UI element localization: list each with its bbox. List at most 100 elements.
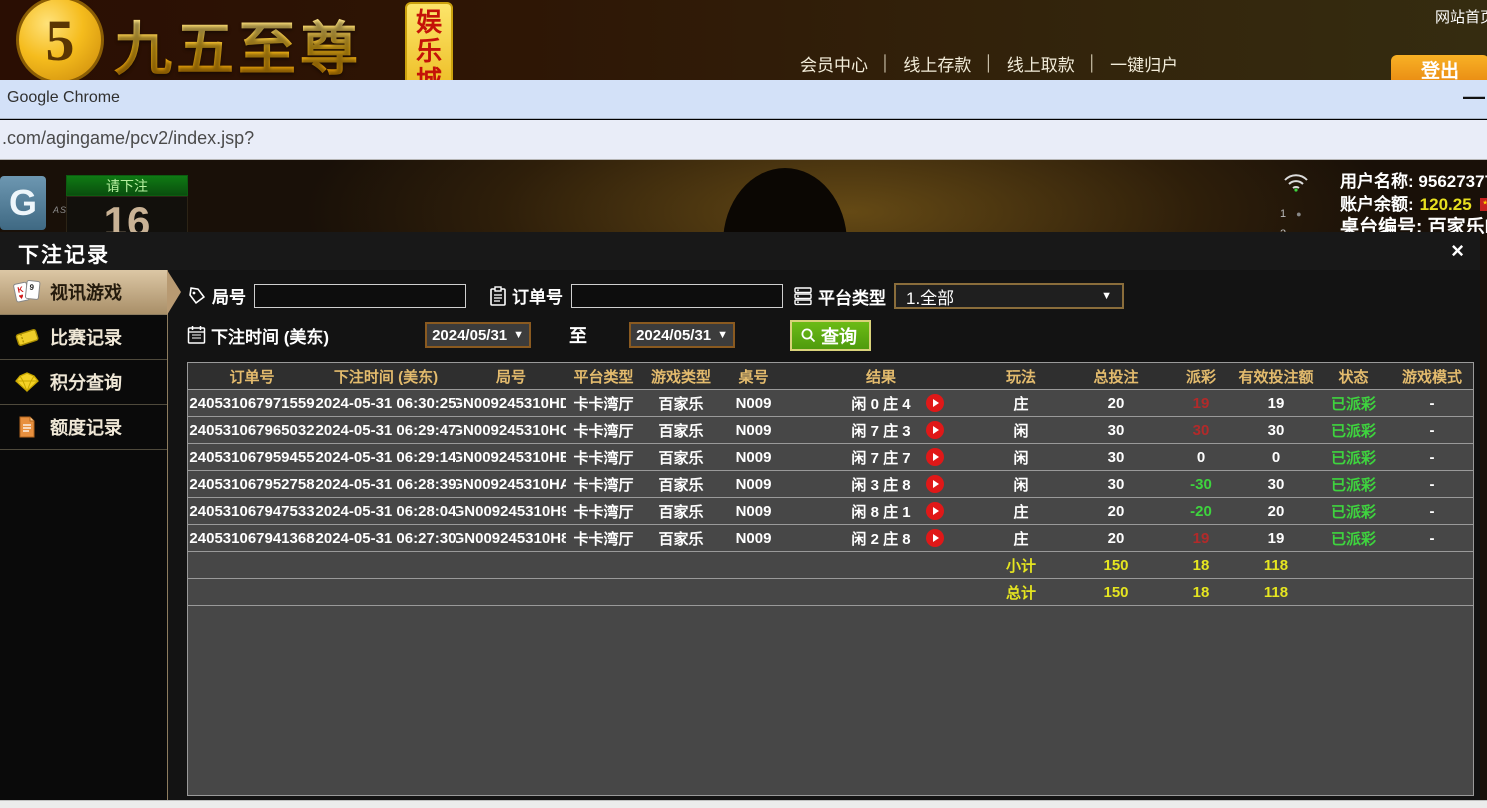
app-window: 5 九五至尊 娱乐城 网站首页 会员中心│线上存款│线上取款│一键归户 登出 G… (0, 0, 1487, 808)
order-id-cell: 240531067959455 (188, 444, 316, 470)
column-header: 平台类型 (566, 363, 641, 389)
subtotal-result-cell (786, 552, 976, 578)
play-video-button[interactable] (926, 421, 944, 439)
sidebar-item-视讯游戏[interactable]: K♥9视讯游戏 (0, 270, 167, 315)
total-round-cell (456, 579, 566, 605)
table-no-cell: N009 (721, 390, 786, 416)
window-title: Google Chrome (7, 89, 120, 107)
total-bet-cell: 20 (1066, 390, 1166, 416)
valid-bet-cell: 0 (1236, 444, 1316, 470)
status-cell: 已派彩 (1316, 417, 1391, 443)
play-video-button[interactable] (926, 448, 944, 466)
order-label: 订单号 (489, 283, 563, 308)
total-result-cell (786, 579, 976, 605)
column-header: 结果 (786, 363, 976, 389)
diamond-icon (12, 371, 42, 393)
username-value: 956273770 (1418, 170, 1487, 193)
ticket-icon (12, 326, 42, 348)
balance-row: 账户余额: 120.25 (1340, 193, 1487, 216)
game-type-cell: 百家乐 (641, 417, 721, 443)
platform-select[interactable]: 1.全部 ▼ (894, 283, 1124, 309)
asia-gaming-logo-icon: G (0, 176, 46, 230)
table-no-cell: N009 (721, 525, 786, 551)
chevron-down-icon: ▼ (1101, 290, 1112, 302)
total-bet-cell: 20 (1066, 498, 1166, 524)
sidebar-item-额度记录[interactable]: 额度记录 (0, 405, 167, 450)
play-video-button[interactable] (926, 394, 944, 412)
minimize-button[interactable]: — (1463, 84, 1485, 110)
round-input[interactable] (254, 284, 466, 308)
order-id-cell: 240531067952758 (188, 471, 316, 497)
total-table-cell (721, 579, 786, 605)
game-type-cell: 百家乐 (641, 498, 721, 524)
sidebar-item-比赛记录[interactable]: 比赛记录 (0, 315, 167, 360)
chrome-titlebar[interactable]: Google Chrome — (0, 80, 1487, 119)
nav-separator: │ (971, 55, 1006, 72)
result-cell: 闲 7 庄 7 (786, 444, 976, 470)
subtotal-order-cell (188, 552, 316, 578)
bet-time-cell: 2024-05-31 06:28:04 (316, 498, 456, 524)
table-no-cell: N009 (721, 498, 786, 524)
total-status-cell (1316, 579, 1391, 605)
nav-item-3[interactable]: 线上取款 (1007, 51, 1075, 76)
top-nav: 会员中心│线上存款│线上取款│一键归户 (800, 51, 1178, 76)
bet-time-cell: 2024-05-31 06:27:30 (316, 525, 456, 551)
valid-bet-cell: 30 (1236, 471, 1316, 497)
total-time-cell (316, 579, 456, 605)
payout-cell: -20 (1166, 498, 1236, 524)
total-row: 总计15018118 (188, 579, 1473, 606)
nav-item-4[interactable]: 一键归户 (1110, 51, 1178, 76)
balance-value: 120.25 (1420, 193, 1472, 216)
nav-item-1[interactable]: 会员中心 (800, 51, 868, 76)
play-type-cell: 庄 (976, 390, 1066, 416)
bet-time-cell: 2024-05-31 06:29:47 (316, 417, 456, 443)
nav-item-2[interactable]: 线上存款 (903, 51, 971, 76)
status-cell: 已派彩 (1316, 390, 1391, 416)
status-cell: 已派彩 (1316, 498, 1391, 524)
query-button[interactable]: 查询 (790, 320, 871, 351)
server-list-icon (793, 286, 813, 306)
result-cell: 闲 3 庄 8 (786, 471, 976, 497)
date-from-select[interactable]: 2024/05/31 ▼ (425, 322, 531, 348)
payout-cell: -30 (1166, 471, 1236, 497)
site-header: 5 九五至尊 娱乐城 网站首页 会员中心│线上存款│线上取款│一键归户 登出 (0, 0, 1487, 80)
modal-content: 局号 订单号 (169, 270, 1480, 800)
home-link[interactable]: 网站首页 (1435, 6, 1487, 27)
close-icon[interactable]: × (1451, 238, 1464, 264)
subtotal-valid-cell: 118 (1236, 552, 1316, 578)
bet-time-cell: 2024-05-31 06:29:14 (316, 444, 456, 470)
total-valid-cell: 118 (1236, 579, 1316, 605)
play-video-button[interactable] (926, 475, 944, 493)
game-type-cell: 百家乐 (641, 525, 721, 551)
bet-time-cell: 2024-05-31 06:28:39 (316, 471, 456, 497)
play-type-cell: 闲 (976, 471, 1066, 497)
cards-icon: K♥9 (12, 280, 42, 304)
bet-records-modal: 下注记录 × K♥9视讯游戏比赛记录积分查询额度记录 局号 (0, 232, 1480, 800)
table-row: 2405310679527582024-05-31 06:28:39GN0092… (188, 471, 1473, 498)
username-row: 用户名称: 956273770 (1340, 170, 1487, 193)
total-payout-cell: 18 (1166, 579, 1236, 605)
play-type-cell: 庄 (976, 498, 1066, 524)
platform-cell: 卡卡湾厅 (566, 498, 641, 524)
column-header: 游戏模式 (1391, 363, 1473, 389)
total-bet-cell: 30 (1066, 471, 1166, 497)
subtotal-play-cell: 小计 (976, 552, 1066, 578)
sidebar-item-积分查询[interactable]: 积分查询 (0, 360, 167, 405)
date-to-select[interactable]: 2024/05/31 ▼ (629, 322, 735, 348)
modal-title: 下注记录 (18, 239, 110, 269)
subtotal-game-cell (641, 552, 721, 578)
order-input[interactable] (571, 284, 783, 308)
order-id-cell: 240531067971559 (188, 390, 316, 416)
total-order-cell (188, 579, 316, 605)
play-video-button[interactable] (926, 529, 944, 547)
table-no-cell: N009 (721, 471, 786, 497)
logout-button[interactable]: 登出 (1391, 55, 1487, 80)
sidebar-item-label: 额度记录 (50, 414, 122, 440)
round-label: 局号 (187, 283, 246, 308)
total-bet-cell: 30 (1066, 417, 1166, 443)
platform-cell: 卡卡湾厅 (566, 390, 641, 416)
play-video-button[interactable] (926, 502, 944, 520)
payout-cell: 0 (1166, 444, 1236, 470)
game-mode-cell: - (1391, 390, 1473, 416)
chrome-urlbar[interactable]: .com/agingame/pcv2/index.jsp? (0, 120, 1487, 160)
